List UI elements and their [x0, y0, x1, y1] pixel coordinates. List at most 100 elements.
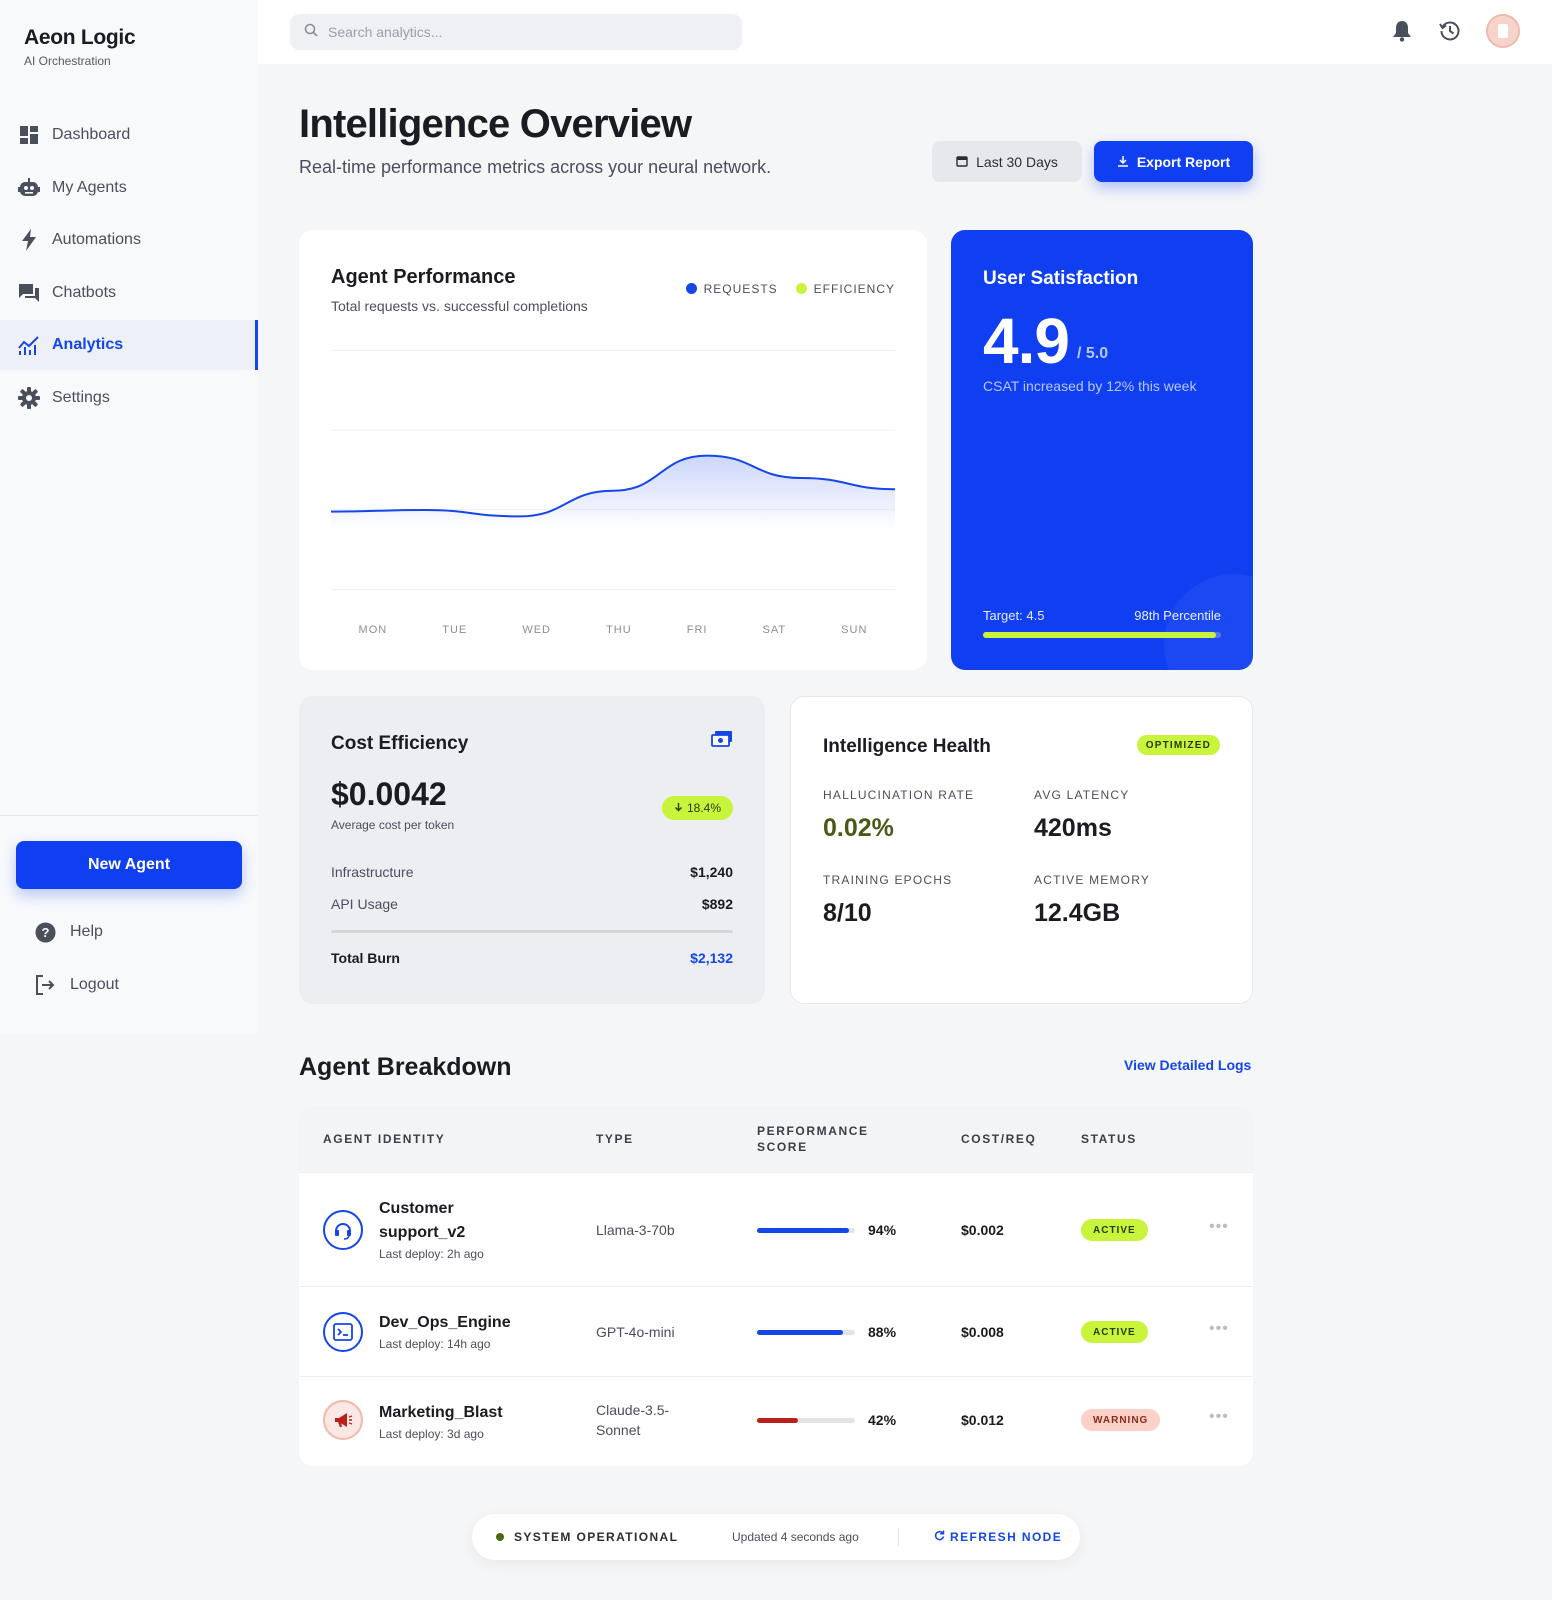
headset-icon: [323, 1210, 363, 1250]
cost-row-infrastructure: Infrastructure $1,240: [331, 864, 733, 880]
legend-item-efficiency: EFFICIENCY: [795, 282, 895, 296]
cost-per-request: $0.002: [961, 1222, 1004, 1238]
refresh-node-button[interactable]: REFRESH NODE: [934, 1530, 1062, 1544]
last-updated: Updated 4 seconds ago: [732, 1530, 859, 1544]
help-link[interactable]: ? Help: [34, 921, 103, 943]
sidebar-divider: [0, 815, 258, 816]
sidebar-item-label: My Agents: [52, 178, 127, 196]
view-logs-link[interactable]: View Detailed Logs: [1124, 1057, 1251, 1073]
cost-per-request: $0.008: [961, 1324, 1004, 1340]
satisfaction-score: 4.9: [983, 305, 1070, 377]
intelligence-health-card: Intelligence Health OPTIMIZED HALLUCINAT…: [790, 696, 1253, 1004]
legend-item-requests: REQUESTS: [685, 282, 778, 296]
more-options-icon[interactable]: •••: [1209, 1320, 1229, 1338]
satisfaction-max: / 5.0: [1077, 345, 1109, 362]
performance-subtitle: Total requests vs. successful completion…: [331, 298, 588, 314]
page-title: Intelligence Overview: [299, 102, 692, 146]
sidebar-item-my-agents[interactable]: My Agents: [0, 163, 258, 213]
performance-chart: [331, 350, 895, 590]
sidebar-item-dashboard[interactable]: Dashboard: [0, 110, 258, 160]
column-header: COST/REQ: [961, 1132, 1037, 1146]
system-status: SYSTEM OPERATIONAL: [514, 1530, 679, 1544]
performance-score: 94%: [868, 1222, 897, 1238]
money-icon: [711, 730, 733, 753]
export-report-label: Export Report: [1136, 153, 1231, 170]
agent-type: GPT-4o-mini: [596, 1324, 675, 1340]
status-badge: ACTIVE: [1081, 1219, 1148, 1241]
performance-title: Agent Performance: [331, 266, 516, 288]
logout-icon: [34, 974, 56, 996]
sidebar-item-label: Settings: [52, 388, 110, 406]
cost-efficiency-card: Cost Efficiency $0.0042 Average cost per…: [299, 696, 765, 1004]
table-row[interactable]: Customer support_v2 Last deploy: 2h ago L…: [299, 1172, 1253, 1286]
agent-type: Llama-3-70b: [596, 1222, 675, 1238]
more-options-icon[interactable]: •••: [1209, 1218, 1229, 1236]
health-status-badge: OPTIMIZED: [1136, 735, 1220, 755]
metric-avg-latency: AVG LATENCY 420ms: [1034, 788, 1130, 842]
top-actions: [1390, 14, 1520, 48]
column-header: PERFORMANCE SCORE: [757, 1124, 869, 1154]
satisfaction-target: Target: 4.5: [983, 608, 1045, 623]
metric-training-epochs: TRAINING EPOCHS 8/10: [823, 873, 953, 927]
history-icon[interactable]: [1438, 19, 1462, 43]
x-tick-label: SAT: [762, 624, 787, 636]
cost-row-api-usage: API Usage $892: [331, 896, 733, 912]
sidebar: Aeon Logic AI Orchestration Dashboard My…: [0, 0, 258, 1034]
system-status-bar: SYSTEM OPERATIONAL Updated 4 seconds ago…: [472, 1514, 1080, 1560]
logout-label: Logout: [70, 976, 119, 993]
agent-name: Dev_Ops_Engine: [379, 1314, 511, 1331]
performance-score: 88%: [868, 1324, 897, 1340]
x-tick-label: TUE: [442, 624, 468, 636]
sidebar-item-label: Automations: [52, 231, 141, 248]
agent-type: Claude-3.5- Sonnet: [596, 1402, 670, 1438]
date-range-button[interactable]: Last 30 Days: [932, 141, 1082, 182]
arrow-down-icon: [674, 801, 683, 815]
new-agent-button[interactable]: New Agent: [16, 841, 242, 889]
logout-link[interactable]: Logout: [34, 974, 119, 996]
performance-bar: [757, 1228, 855, 1233]
sidebar-item-chatbots[interactable]: Chatbots: [0, 268, 258, 318]
search-icon: [304, 23, 318, 42]
brand[interactable]: Aeon Logic AI Orchestration: [24, 26, 136, 68]
top-bar: [258, 0, 1552, 64]
search-input[interactable]: [328, 24, 728, 40]
dashboard-icon: [18, 124, 40, 146]
agent-deploy-time: Last deploy: 14h ago: [379, 1337, 491, 1351]
date-range-label: Last 30 Days: [976, 153, 1058, 170]
brand-tagline: AI Orchestration: [24, 54, 111, 68]
more-options-icon[interactable]: •••: [1209, 1408, 1229, 1426]
agent-name: Marketing_Blast: [379, 1404, 503, 1421]
bell-icon[interactable]: [1390, 19, 1414, 43]
table-row[interactable]: Marketing_Blast Last deploy: 3d ago Clau…: [299, 1376, 1253, 1466]
calendar-icon: [956, 154, 968, 170]
sidebar-item-analytics[interactable]: Analytics: [0, 320, 258, 370]
status-badge: ACTIVE: [1081, 1321, 1148, 1343]
agent-deploy-time: Last deploy: 3d ago: [379, 1427, 484, 1441]
svg-text:?: ?: [41, 925, 49, 940]
column-header: AGENT IDENTITY: [323, 1132, 446, 1146]
help-icon: ?: [34, 921, 56, 943]
satisfaction-progress: [983, 632, 1221, 638]
status-dot: [496, 1533, 504, 1541]
agent-deploy-time: Last deploy: 2h ago: [379, 1247, 484, 1261]
page-subtitle: Real-time performance metrics across you…: [299, 157, 772, 177]
sidebar-item-settings[interactable]: Settings: [0, 373, 258, 423]
sidebar-nav: Dashboard My Agents Automations Chatbots…: [0, 110, 258, 425]
cost-change-badge: 18.4%: [661, 796, 733, 820]
avatar[interactable]: [1486, 14, 1520, 48]
performance-bar: [757, 1330, 855, 1335]
export-report-button[interactable]: Export Report: [1094, 141, 1253, 182]
footer-divider: [898, 1528, 899, 1546]
table-header: AGENT IDENTITY TYPE PERFORMANCE SCORE COS…: [299, 1106, 1253, 1172]
performance-bar: [757, 1418, 855, 1423]
analytics-icon: [18, 334, 40, 356]
chat-icon: [18, 282, 40, 304]
x-axis-labels: MON TUE WED THU FRI SAT SUN: [331, 624, 895, 636]
metric-hallucination-rate: HALLUCINATION RATE 0.02%: [823, 788, 975, 842]
sidebar-item-automations[interactable]: Automations: [0, 215, 258, 265]
metric-active-memory: ACTIVE MEMORY 12.4GB: [1034, 873, 1151, 927]
table-row[interactable]: Dev_Ops_Engine Last deploy: 14h ago GPT-…: [299, 1286, 1253, 1376]
x-tick-label: THU: [606, 624, 632, 636]
terminal-icon: [323, 1312, 363, 1352]
search-box[interactable]: [290, 14, 742, 50]
